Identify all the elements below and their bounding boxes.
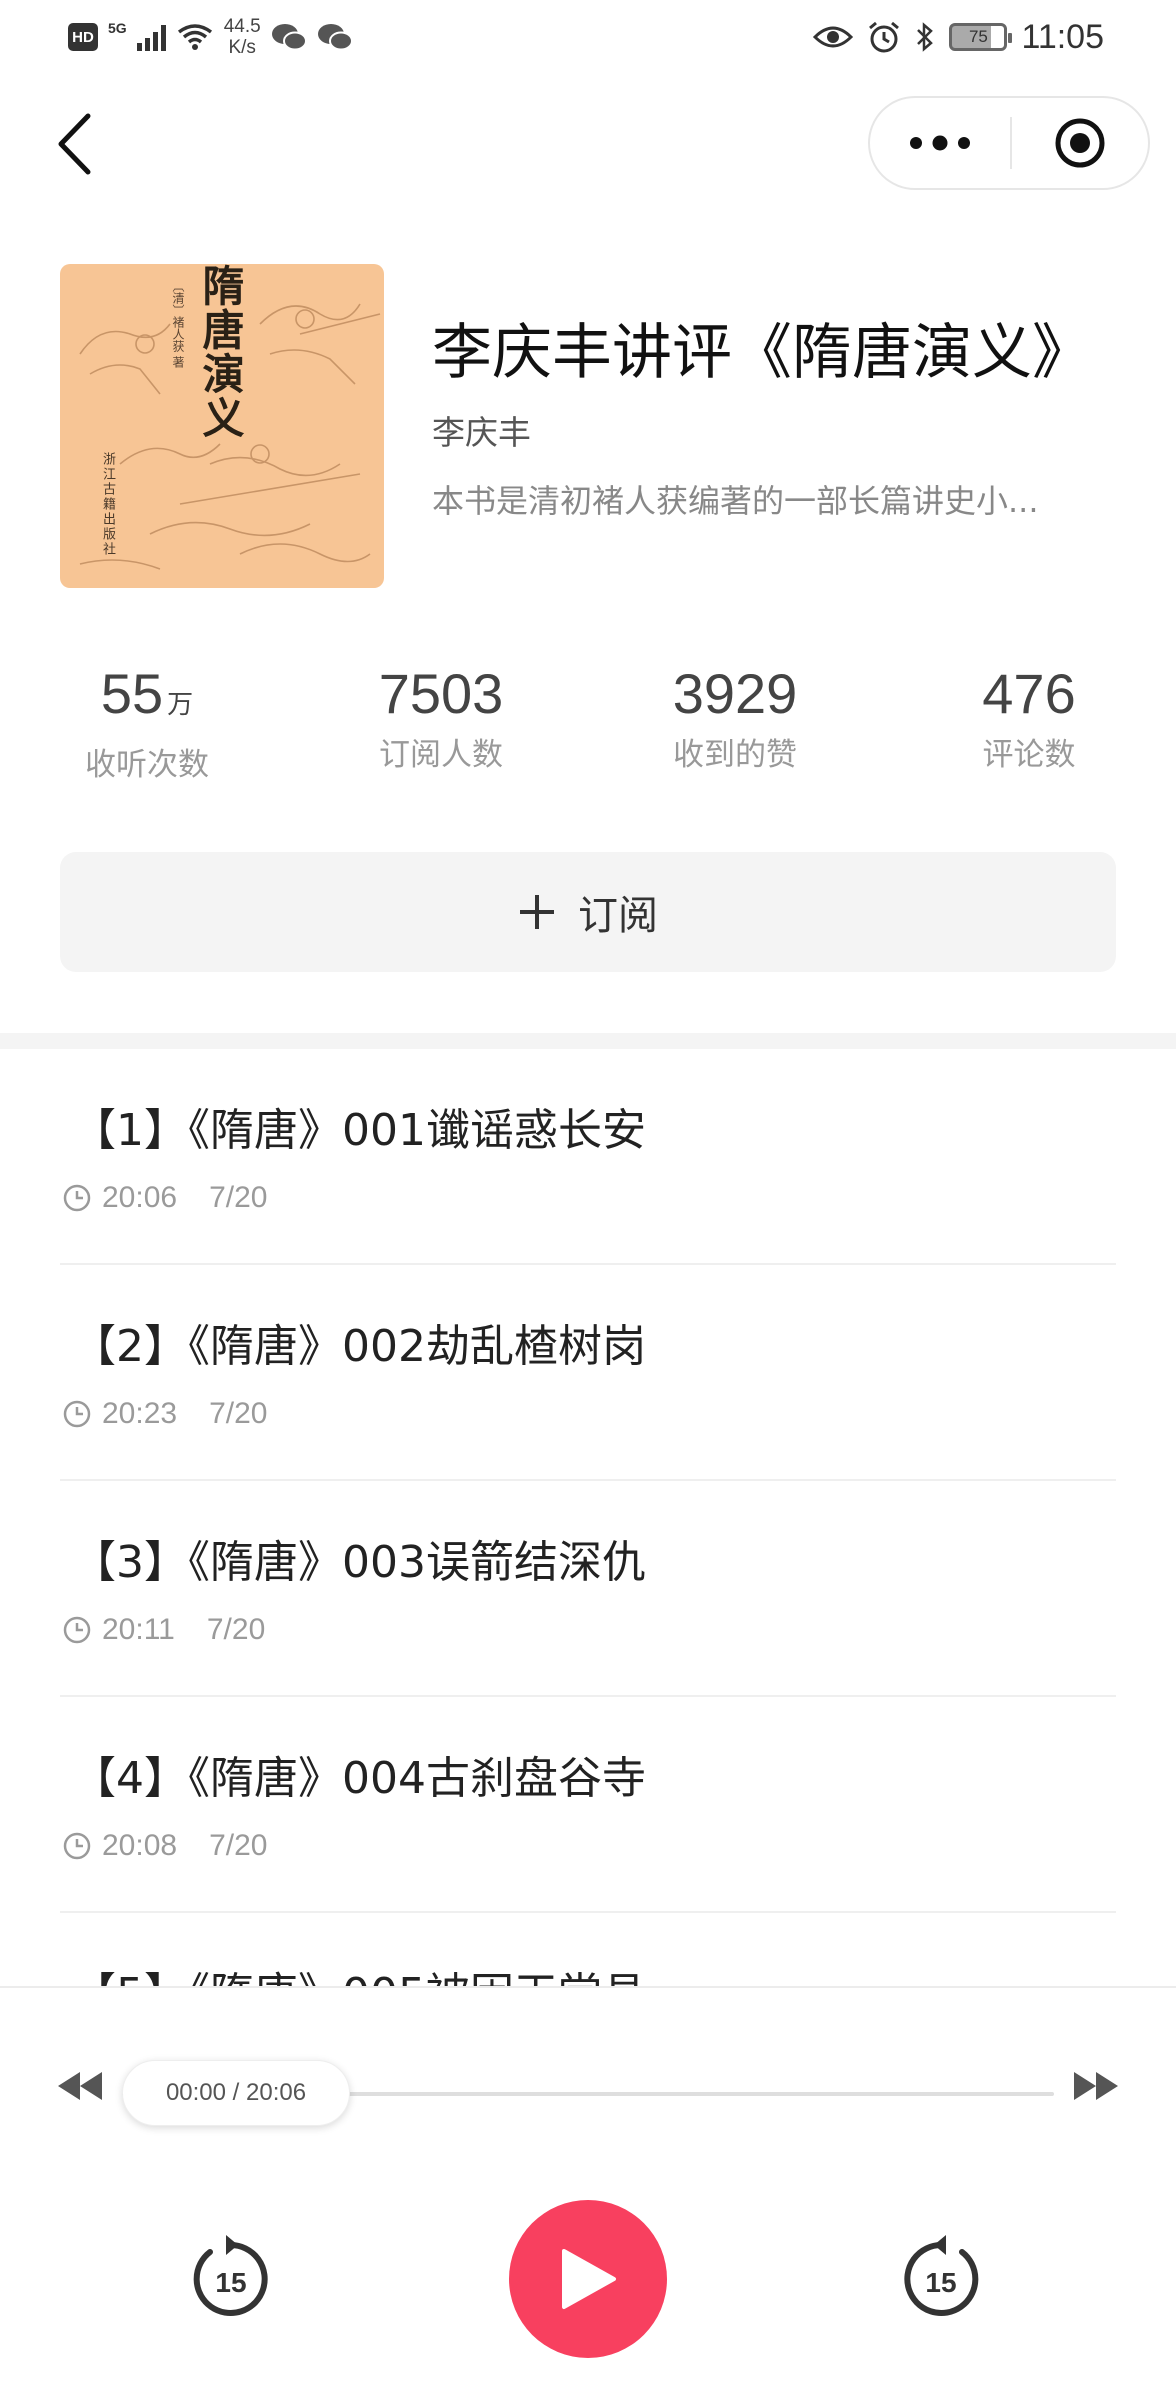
episode-item[interactable]: 【4】《隋唐》004古刹盘谷寺 20:08 7/20 bbox=[60, 1697, 1116, 1913]
episode-title: 【2】《隋唐》002劫乱楂树岗 bbox=[72, 1321, 646, 1372]
previous-button[interactable] bbox=[54, 2066, 106, 2106]
wifi-icon bbox=[177, 24, 212, 50]
battery-level: 75 bbox=[968, 27, 988, 46]
episode-item[interactable]: 【2】《隋唐》002劫乱楂树岗 20:23 7/20 bbox=[60, 1265, 1116, 1481]
net-speed-value: 44.5 bbox=[223, 16, 261, 37]
stat-label: 订阅人数 bbox=[379, 737, 503, 773]
network-type: 5G bbox=[108, 20, 127, 36]
more-dots-icon bbox=[910, 135, 970, 151]
skip-back-seconds: 15 bbox=[215, 2267, 246, 2298]
episode-meta: 20:11 7/20 bbox=[62, 1613, 265, 1647]
episode-duration: 20:06 bbox=[102, 1181, 178, 1214]
cover-publisher: 浙江古籍出版社 bbox=[100, 452, 115, 557]
episode-item[interactable]: 【1】《隋唐》001谶谣惑长安 20:06 7/20 bbox=[60, 1049, 1116, 1265]
playback-time: 00:00 / 20:06 bbox=[165, 2079, 307, 2106]
stat-likes: 3929 收到的赞 bbox=[615, 660, 855, 778]
episode-item[interactable]: 【5】《隋唐》005被困天堂县 bbox=[60, 1913, 1116, 1989]
skip-back-button[interactable]: 15 bbox=[186, 2234, 276, 2324]
fast-forward-icon bbox=[1074, 2072, 1118, 2100]
net-speed: 44.5 K/s bbox=[224, 16, 261, 58]
stat-plays: 55 万 收听次数 bbox=[27, 660, 267, 788]
nav-bar bbox=[0, 74, 1176, 214]
status-time: 11:05 bbox=[1021, 17, 1104, 56]
episode-title: 【4】《隋唐》004古刹盘谷寺 bbox=[72, 1753, 646, 1804]
episode-duration: 20:11 bbox=[102, 1613, 175, 1646]
episode-date: 7/20 bbox=[209, 1829, 268, 1862]
episode-date: 7/20 bbox=[209, 1397, 268, 1430]
stat-comments[interactable]: 476 评论数 bbox=[909, 660, 1149, 778]
next-button[interactable] bbox=[1070, 2066, 1122, 2106]
clock-icon bbox=[63, 1832, 91, 1860]
clock-icon bbox=[63, 1184, 91, 1212]
book-author[interactable]: 李庆丰 bbox=[432, 410, 1132, 456]
subscribe-label: 订阅 bbox=[578, 893, 658, 939]
mini-program-capsule bbox=[868, 96, 1150, 190]
signal-icon bbox=[136, 23, 166, 51]
book-description[interactable]: 本书是清初褚人获编著的一部长篇讲史小... bbox=[432, 478, 1112, 524]
episode-duration: 20:08 bbox=[102, 1829, 178, 1862]
stat-value: 7503 bbox=[378, 662, 504, 725]
more-button[interactable] bbox=[870, 98, 1010, 188]
eye-icon bbox=[813, 26, 854, 48]
episode-item[interactable]: 【3】《隋唐》003误箭结深仇 20:11 7/20 bbox=[60, 1481, 1116, 1697]
episode-meta: 20:23 7/20 bbox=[62, 1397, 267, 1431]
status-bar: HD 5G 44.5 K/s 75 11:05 bbox=[0, 0, 1176, 74]
audio-player: 00:00 / 20:06 15 15 bbox=[0, 1986, 1176, 2400]
book-info: 李庆丰讲评《隋唐演义》 李庆丰 本书是清初褚人获编著的一部长篇讲史小... bbox=[432, 308, 1132, 524]
episode-date: 7/20 bbox=[209, 1181, 268, 1214]
bluetooth-icon bbox=[917, 22, 934, 52]
target-circle-icon bbox=[1055, 118, 1105, 168]
episode-list: 【1】《隋唐》001谶谣惑长安 20:06 7/20 【2】《隋唐》002劫乱楂… bbox=[0, 1049, 1176, 1989]
clock-icon bbox=[63, 1400, 91, 1428]
clock-icon bbox=[63, 1616, 91, 1644]
wechat-icon bbox=[271, 24, 307, 51]
skip-forward-button[interactable]: 15 bbox=[896, 2234, 986, 2324]
battery-icon: 75 bbox=[949, 23, 1013, 51]
net-speed-unit: K/s bbox=[228, 37, 256, 58]
cover-author: 〔清〕褚人获 著 bbox=[171, 280, 185, 368]
back-button[interactable] bbox=[44, 104, 104, 184]
stat-value: 3929 bbox=[672, 662, 798, 725]
progress-thumb[interactable]: 00:00 / 20:06 bbox=[122, 2060, 350, 2126]
episode-date: 7/20 bbox=[206, 1613, 266, 1646]
episode-title: 【1】《隋唐》001谶谣惑长安 bbox=[72, 1105, 646, 1156]
chevron-left-icon bbox=[58, 113, 91, 175]
hd-badge: HD bbox=[68, 23, 98, 51]
episode-duration: 20:23 bbox=[102, 1397, 178, 1430]
episode-meta: 20:06 7/20 bbox=[62, 1181, 267, 1215]
play-button[interactable] bbox=[509, 2200, 667, 2358]
stat-number: 55 bbox=[100, 662, 164, 725]
subscribe-button[interactable]: 订阅 bbox=[60, 852, 1116, 972]
stat-label: 收到的赞 bbox=[673, 737, 797, 773]
plus-icon bbox=[520, 895, 554, 929]
replay-15-icon: 15 bbox=[193, 2235, 268, 2316]
stat-value: 55 万 bbox=[27, 660, 267, 738]
play-icon bbox=[562, 2249, 616, 2309]
episode-meta: 20:08 7/20 bbox=[62, 1829, 267, 1863]
stat-subscribers: 7503 订阅人数 bbox=[321, 660, 561, 778]
stat-label: 评论数 bbox=[982, 737, 1076, 773]
wechat-icon bbox=[317, 24, 353, 51]
stat-unit: 万 bbox=[167, 689, 194, 719]
stats-row: 55 万 收听次数 7503 订阅人数 3929 收到的赞 476 评论数 bbox=[0, 660, 1176, 790]
stat-value: 476 bbox=[982, 662, 1076, 725]
book-title: 李庆丰讲评《隋唐演义》 bbox=[432, 318, 1092, 388]
close-button[interactable] bbox=[1012, 98, 1148, 188]
rewind-icon bbox=[58, 2072, 102, 2100]
book-cover[interactable]: 〔清〕褚人获 著 隋唐演义 浙江古籍出版社 bbox=[60, 264, 384, 588]
section-divider bbox=[0, 1033, 1176, 1049]
forward-15-icon: 15 bbox=[904, 2235, 979, 2316]
alarm-icon bbox=[869, 21, 900, 53]
episode-title: 【3】《隋唐》003误箭结深仇 bbox=[72, 1537, 646, 1588]
cover-title: 隋唐演义 bbox=[196, 264, 245, 440]
skip-forward-seconds: 15 bbox=[925, 2267, 956, 2298]
stat-label: 收听次数 bbox=[85, 747, 209, 783]
